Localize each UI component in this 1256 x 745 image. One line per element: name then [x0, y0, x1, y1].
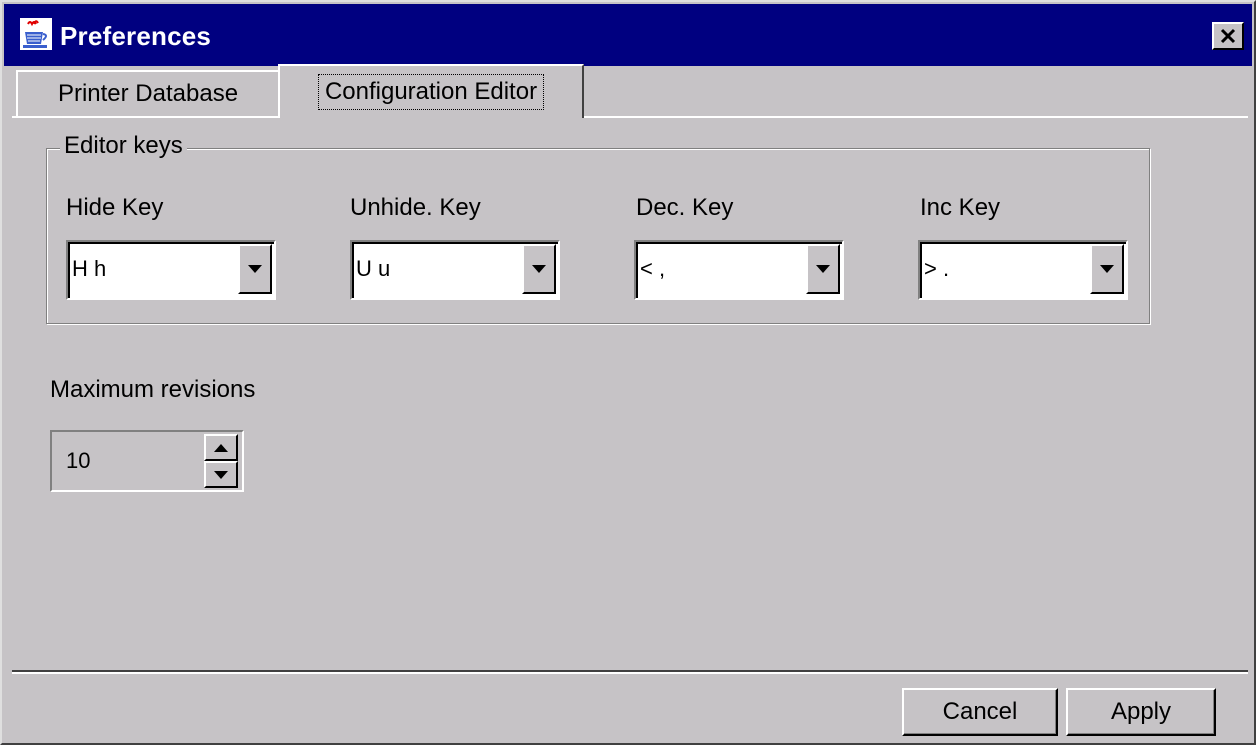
dec-key-combo[interactable]: < ,	[634, 240, 844, 300]
max-revisions-spinner[interactable]: 10	[50, 430, 244, 492]
tab-printer-database[interactable]: Printer Database	[16, 70, 280, 116]
chevron-down-icon	[1100, 265, 1114, 273]
chevron-down-icon	[816, 265, 830, 273]
max-revisions-label: Maximum revisions	[50, 376, 256, 403]
chevron-down-icon	[532, 265, 546, 273]
window-title: Preferences	[60, 21, 212, 51]
spinner-decrement-button[interactable]	[204, 461, 238, 488]
unhide-key-dropdown-button[interactable]	[522, 244, 556, 294]
max-revisions-value[interactable]: 10	[66, 446, 90, 476]
tab-configuration-editor[interactable]: Configuration Editor	[278, 64, 584, 118]
apply-button[interactable]: Apply	[1066, 688, 1216, 736]
java-coffee-cup-icon	[20, 18, 52, 50]
inc-key-value: > .	[924, 256, 950, 281]
spinner-increment-button[interactable]	[204, 434, 238, 461]
unhide-key-value: U u	[356, 256, 391, 281]
unhide-key-label: Unhide. Key	[350, 194, 481, 221]
tab-panel-border	[12, 116, 1248, 118]
apply-button-label: Apply	[1110, 698, 1172, 725]
cancel-button[interactable]: Cancel	[902, 688, 1058, 736]
title-bar[interactable]: Preferences	[4, 4, 1252, 66]
cancel-button-label: Cancel	[942, 698, 1018, 725]
footer-separator	[12, 670, 1248, 674]
close-button[interactable]	[1212, 22, 1244, 50]
close-icon	[1220, 28, 1236, 44]
tab-printer-database-label: Printer Database	[57, 80, 239, 107]
hide-key-label: Hide Key	[66, 194, 164, 221]
dec-key-value: < ,	[640, 256, 666, 281]
preferences-window: Preferences Printer Database Configurati…	[0, 0, 1256, 745]
chevron-down-icon	[248, 265, 262, 273]
dec-key-dropdown-button[interactable]	[806, 244, 840, 294]
tab-configuration-editor-label: Configuration Editor	[317, 74, 545, 110]
hide-key-dropdown-button[interactable]	[238, 244, 272, 294]
unhide-key-combo[interactable]: U u	[350, 240, 560, 300]
chevron-down-icon	[214, 470, 228, 479]
hide-key-combo[interactable]: H h	[66, 240, 276, 300]
inc-key-dropdown-button[interactable]	[1090, 244, 1124, 294]
chevron-up-icon	[214, 443, 228, 452]
inc-key-label: Inc Key	[920, 194, 1001, 221]
dec-key-label: Dec. Key	[636, 194, 734, 221]
hide-key-value: H h	[72, 256, 107, 281]
editor-keys-group-title: Editor keys	[60, 130, 187, 162]
inc-key-combo[interactable]: > .	[918, 240, 1128, 300]
